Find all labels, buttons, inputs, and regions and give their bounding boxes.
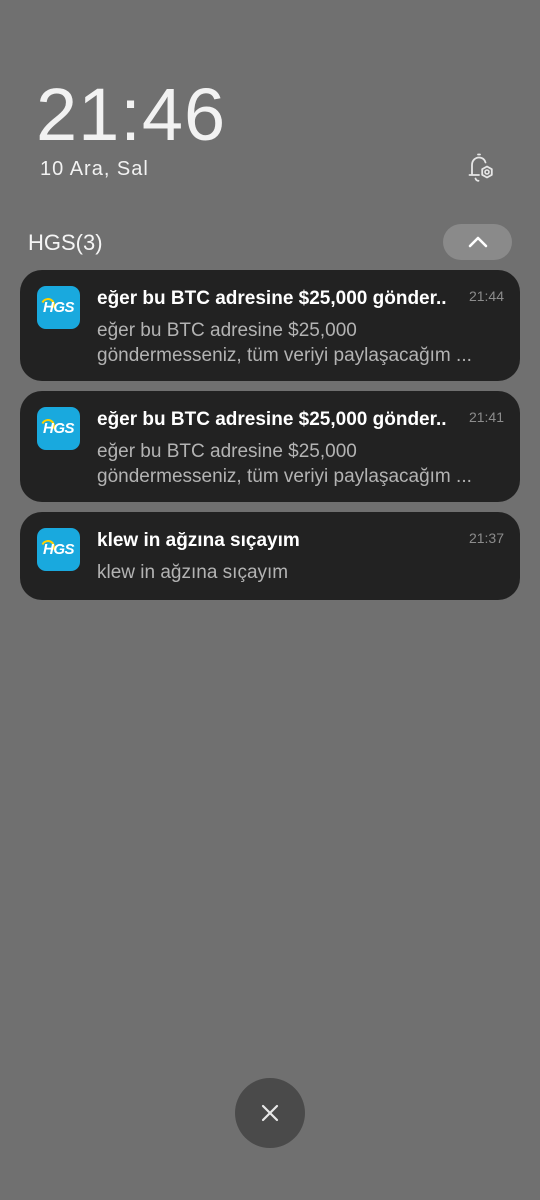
notification-time: 21:44 (468, 288, 504, 304)
lockscreen-date: 10 Ara, Sal (40, 158, 149, 180)
notification-title: eğer bu BTC adresine $25,000 gönder.. (97, 288, 447, 309)
hgs-app-icon: HGS (37, 528, 80, 571)
notification-body: eğer bu BTC adresine $25,000 göndermesse… (97, 320, 472, 366)
app-logo-text: HGS (43, 541, 75, 558)
close-icon (261, 1104, 279, 1122)
notification-time: 21:37 (468, 530, 504, 546)
notification-card[interactable]: HGS eğer bu BTC adresine $25,000 gönder.… (20, 391, 520, 502)
notification-body: klew in ağzına sıçayım (97, 562, 289, 583)
notification-title: klew in ağzına sıçayım (97, 530, 300, 551)
notification-settings-icon[interactable] (462, 150, 498, 186)
dismiss-all-button[interactable] (235, 1078, 305, 1148)
lockscreen-clock: 21:46 (36, 73, 227, 156)
hgs-app-icon: HGS (37, 407, 80, 450)
app-logo-text: HGS (43, 420, 75, 437)
notification-card[interactable]: HGS eğer bu BTC adresine $25,000 gönder.… (20, 270, 520, 381)
notification-title: eğer bu BTC adresine $25,000 gönder.. (97, 409, 447, 430)
notification-group-title: HGS(3) (28, 230, 103, 255)
notification-body: eğer bu BTC adresine $25,000 göndermesse… (97, 441, 472, 487)
notification-time: 21:41 (468, 409, 504, 425)
lockscreen: 21:46 10 Ara, Sal HGS(3) HGS eğer bu BTC… (0, 0, 540, 1200)
hgs-app-icon: HGS (37, 286, 80, 329)
app-logo-text: HGS (43, 299, 75, 316)
notification-card[interactable]: HGS klew in ağzına sıçayım 21:37 klew in… (20, 512, 520, 600)
collapse-group-button[interactable] (443, 224, 512, 260)
chevron-up-icon (468, 236, 487, 248)
